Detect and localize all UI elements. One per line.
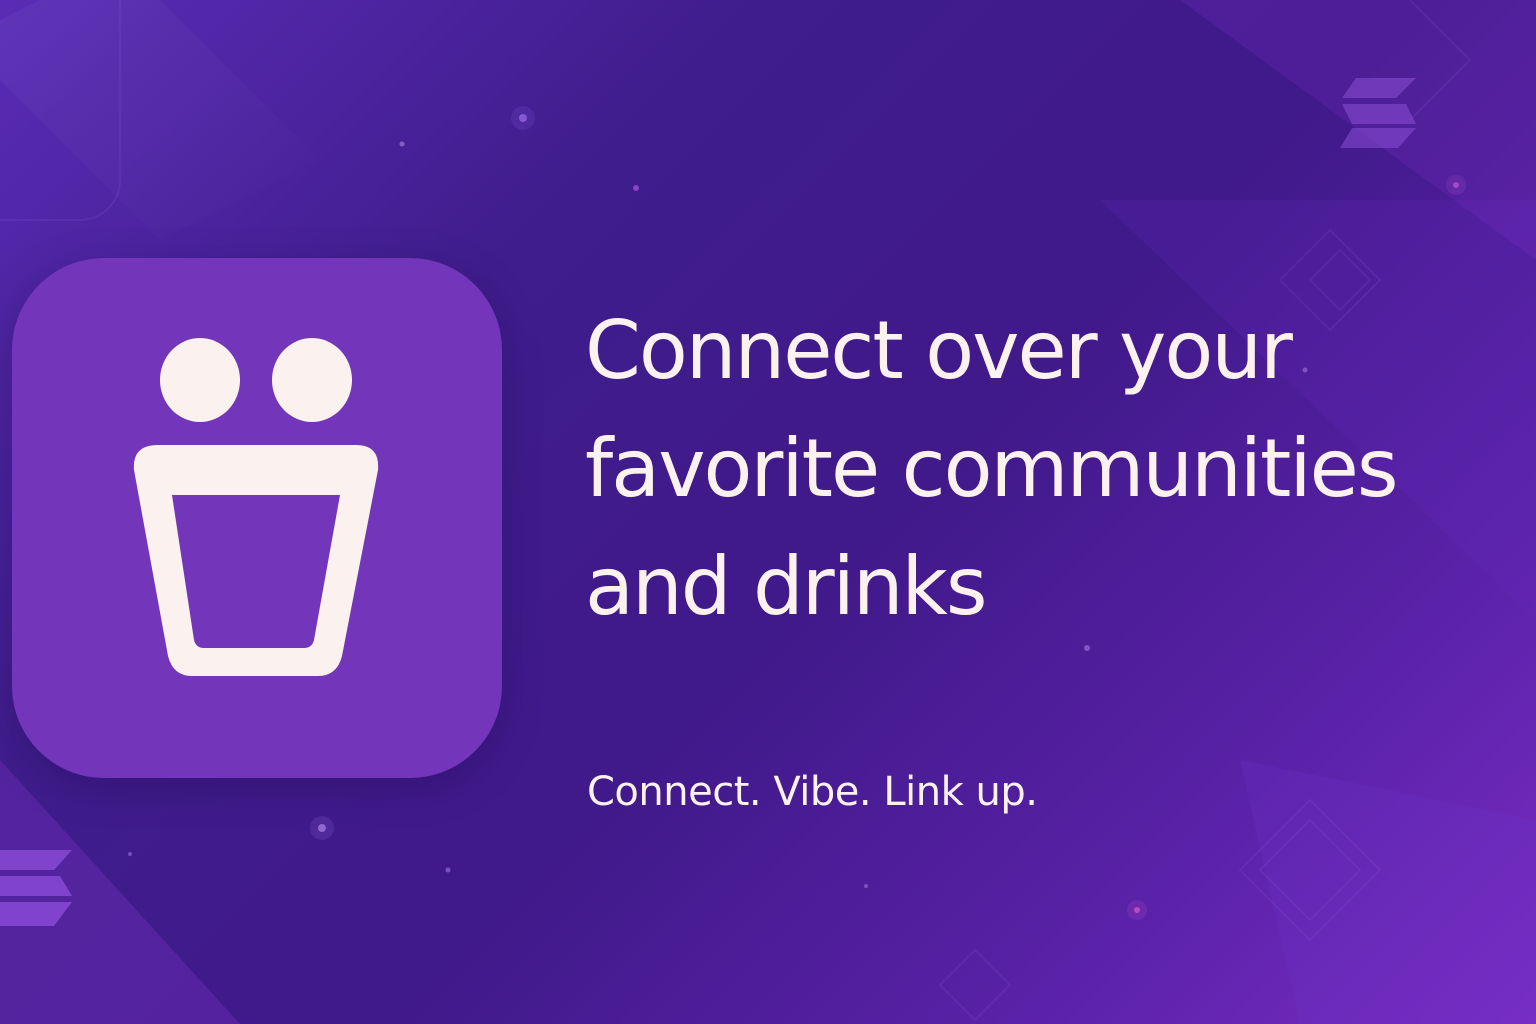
cup-body (133, 445, 379, 676)
tagline: Connect. Vibe. Link up. (587, 769, 1038, 815)
people-drink-cup-icon (133, 338, 379, 676)
striped-diamond-icon (1340, 78, 1416, 148)
left-head (160, 338, 240, 422)
app-icon (12, 258, 502, 778)
right-head (272, 338, 352, 422)
striped-diamond-icon (0, 850, 72, 926)
headline: Connect over your favorite communities a… (585, 304, 1399, 633)
faint-panel (0, 0, 121, 221)
